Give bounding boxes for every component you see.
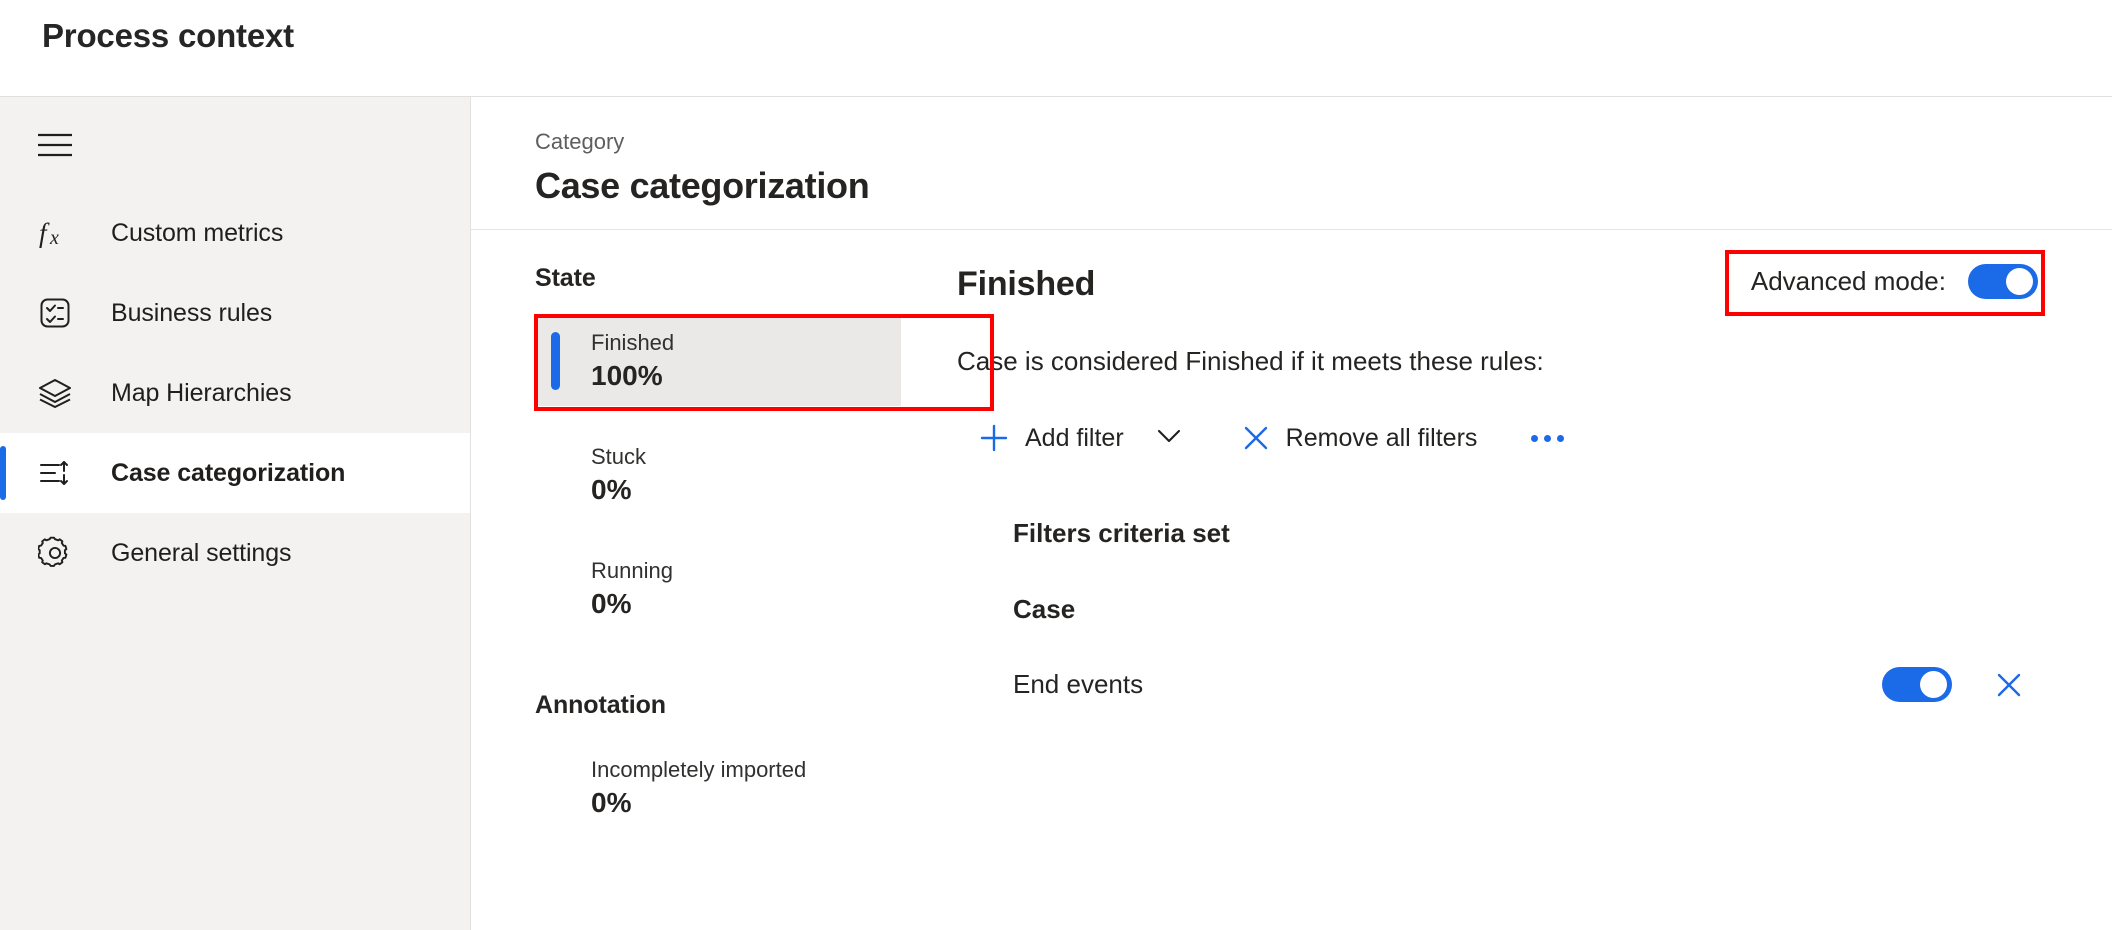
state-accent-bar xyxy=(551,759,560,817)
state-label: Stuck xyxy=(591,443,647,469)
ellipsis-icon xyxy=(1531,434,1565,442)
state-value: 100% xyxy=(591,360,663,392)
close-x-icon xyxy=(1242,424,1270,452)
state-value: 0% xyxy=(591,474,632,506)
sort-lines-arrows-icon xyxy=(24,457,86,489)
remove-all-filters-button[interactable]: Remove all filters xyxy=(1228,410,1492,466)
sidebar: f x Custom metrics Business rules Map Hi… xyxy=(0,97,471,930)
layers-stack-icon xyxy=(24,377,86,409)
sidebar-item-label: Custom metrics xyxy=(111,218,284,247)
state-label: Finished xyxy=(591,329,675,355)
app-window: Process context f x Custom metrics Busin… xyxy=(0,0,2112,930)
svg-text:x: x xyxy=(49,227,59,249)
filter-label: End events xyxy=(1013,669,1144,700)
svg-text:f: f xyxy=(39,218,50,248)
rules-column: Finished Advanced mode: Case is consider… xyxy=(901,249,2112,930)
toggle-knob xyxy=(1920,671,1947,699)
checklist-box-icon xyxy=(24,297,86,329)
sidebar-item-label: Case categorization xyxy=(111,458,346,487)
add-filter-dropdown-button[interactable] xyxy=(1138,410,1200,466)
content-columns: State Finished 100% Stuck 0% Running 0% … xyxy=(471,230,2112,930)
more-options-button[interactable] xyxy=(1515,410,1580,466)
hamburger-icon[interactable] xyxy=(24,114,86,176)
filters-toolbar: Add filter Remove all filters xyxy=(965,410,2062,466)
state-accent-bar xyxy=(551,332,560,391)
breadcrumb-category: Category xyxy=(535,129,625,154)
state-card-running[interactable]: Running 0% xyxy=(535,545,901,634)
selection-indicator xyxy=(0,446,6,500)
annotation-section: Annotation Incompletely imported 0% xyxy=(535,691,901,833)
annotation-label: Incompletely imported xyxy=(591,756,807,782)
state-accent-bar xyxy=(551,560,560,618)
states-column: State Finished 100% Stuck 0% Running 0% … xyxy=(471,263,994,930)
state-card-finished[interactable]: Finished 100% xyxy=(535,316,901,406)
gear-icon xyxy=(24,536,86,570)
sidebar-item-label: General settings xyxy=(111,538,292,567)
toggle-knob xyxy=(2006,267,2033,295)
sidebar-item-business-rules[interactable]: Business rules xyxy=(0,273,470,353)
state-card-stuck[interactable]: Stuck 0% xyxy=(535,431,901,520)
sidebar-item-case-categorization[interactable]: Case categorization xyxy=(0,433,470,513)
annotation-card-incompletely-imported[interactable]: Incompletely imported 0% xyxy=(535,744,901,833)
plus-icon xyxy=(979,423,1009,453)
rules-header-row: Finished Advanced mode: xyxy=(957,249,2062,316)
sidebar-item-map-hierarchies[interactable]: Map Hierarchies xyxy=(0,353,470,433)
remove-filter-button[interactable] xyxy=(1994,670,2024,700)
filter-row-end-events: End events xyxy=(1013,667,2062,703)
advanced-mode-label: Advanced mode: xyxy=(1750,265,1946,296)
sidebar-item-general-settings[interactable]: General settings xyxy=(0,513,470,593)
add-filter-button[interactable]: Add filter xyxy=(965,410,1138,466)
close-x-icon xyxy=(1997,673,2021,697)
advanced-mode-toggle[interactable] xyxy=(1968,263,2038,299)
add-filter-label: Add filter xyxy=(1025,423,1124,452)
main-content: Category Case categorization State Finis… xyxy=(471,97,2112,930)
remove-all-filters-label: Remove all filters xyxy=(1285,423,1478,452)
sidebar-item-label: Business rules xyxy=(111,298,273,327)
page-title: Case categorization xyxy=(535,164,870,206)
state-value: 0% xyxy=(591,588,632,620)
content-header: Category Case categorization xyxy=(471,97,2112,230)
annotation-value: 0% xyxy=(591,787,632,819)
annotation-section-heading: Annotation xyxy=(535,690,666,719)
sidebar-menu-row xyxy=(0,97,470,193)
sidebar-item-custom-metrics[interactable]: f x Custom metrics xyxy=(0,193,470,273)
state-label: Running xyxy=(591,557,673,583)
window-titlebar: Process context xyxy=(0,0,2112,97)
function-fx-icon: f x xyxy=(24,216,86,250)
criteria-group-title-case: Case xyxy=(1013,594,1076,625)
state-accent-bar xyxy=(551,446,560,504)
chevron-down-icon xyxy=(1156,427,1182,450)
sidebar-item-label: Map Hierarchies xyxy=(111,378,292,407)
body-region: f x Custom metrics Business rules Map Hi… xyxy=(0,97,2112,930)
rules-title: Finished xyxy=(957,264,1096,303)
advanced-mode-control[interactable]: Advanced mode: xyxy=(1729,256,2056,307)
window-title: Process context xyxy=(42,17,294,54)
filter-enable-toggle[interactable] xyxy=(1882,667,1952,703)
rules-description: Case is considered Finished if it meets … xyxy=(957,345,1544,376)
filters-criteria-set-title: Filters criteria set xyxy=(1013,518,1230,549)
state-section-heading: State xyxy=(535,263,596,292)
